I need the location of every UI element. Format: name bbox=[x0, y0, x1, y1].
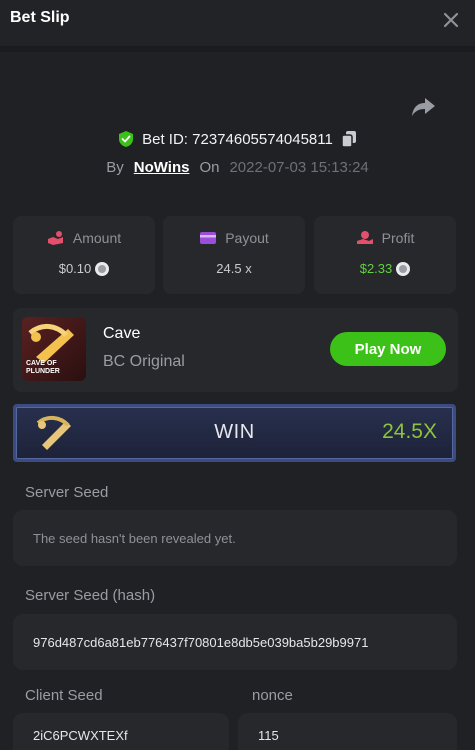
client-seed-label: Client Seed bbox=[25, 687, 103, 704]
hand-money-icon bbox=[356, 231, 373, 244]
header: Bet Slip bbox=[0, 0, 475, 46]
stat-card-amount: Amount $0.10 bbox=[13, 216, 155, 294]
verified-shield-icon bbox=[119, 131, 134, 147]
play-now-button[interactable]: Play Now bbox=[330, 332, 446, 366]
server-seed-label: Server Seed bbox=[25, 484, 109, 501]
user-link[interactable]: NoWins bbox=[134, 159, 190, 176]
nonce-field[interactable]: 115 bbox=[238, 713, 457, 750]
share-icon[interactable] bbox=[410, 96, 436, 118]
server-seed-hash-label: Server Seed (hash) bbox=[25, 587, 156, 604]
server-seed-hash-field[interactable]: 976d487cd6a81eb776437f70801e8db5e039ba5b… bbox=[13, 614, 457, 670]
nonce-label: nonce bbox=[252, 687, 293, 704]
game-name: Cave bbox=[103, 325, 141, 342]
wallet-icon bbox=[200, 232, 217, 244]
bet-id-row: Bet ID: 7237460557404581​1 bbox=[0, 128, 475, 150]
stat-card-payout: Payout 24.5 x bbox=[163, 216, 305, 294]
game-subtitle: BC Original bbox=[103, 353, 185, 370]
result-banner: WIN 24.5X bbox=[13, 404, 456, 462]
copy-icon[interactable] bbox=[341, 130, 357, 148]
stat-value: $2.33 bbox=[359, 261, 393, 276]
stat-label: Payout bbox=[225, 230, 269, 246]
bet-date: 2022-07-03 15:13:24 bbox=[229, 158, 369, 176]
coin-icon bbox=[396, 261, 411, 276]
server-seed-field[interactable]: The seed hasn't been revealed yet. bbox=[13, 510, 457, 566]
game-thumbnail[interactable]: CAVE OF PLUNDER bbox=[22, 317, 86, 381]
thumbnail-caption: CAVE OF PLUNDER bbox=[26, 360, 60, 375]
client-seed-field[interactable]: 2iC6PCWXTEXf bbox=[13, 713, 229, 750]
on-label: On bbox=[199, 158, 220, 176]
stat-value: $0.10 bbox=[58, 261, 92, 276]
by-label: By bbox=[106, 158, 124, 176]
coin-icon bbox=[95, 261, 110, 276]
stat-card-profit: Profit $2.33 bbox=[314, 216, 456, 294]
bet-id: Bet ID: 7237460557404581​1 bbox=[142, 130, 333, 148]
bet-author-row: By NoWins On 2022-07-03 15:13:24 bbox=[0, 156, 475, 178]
stat-value: 24.5 x bbox=[216, 261, 252, 276]
result-multiplier: 24.5X bbox=[382, 420, 437, 443]
stat-label: Profit bbox=[381, 230, 415, 246]
game-card: CAVE OF PLUNDER Cave BC Original Play No… bbox=[13, 308, 458, 392]
hand-coins-icon bbox=[47, 231, 63, 245]
close-icon[interactable] bbox=[439, 8, 463, 32]
page-title: Bet Slip bbox=[10, 9, 70, 26]
stat-label: Amount bbox=[72, 230, 122, 246]
